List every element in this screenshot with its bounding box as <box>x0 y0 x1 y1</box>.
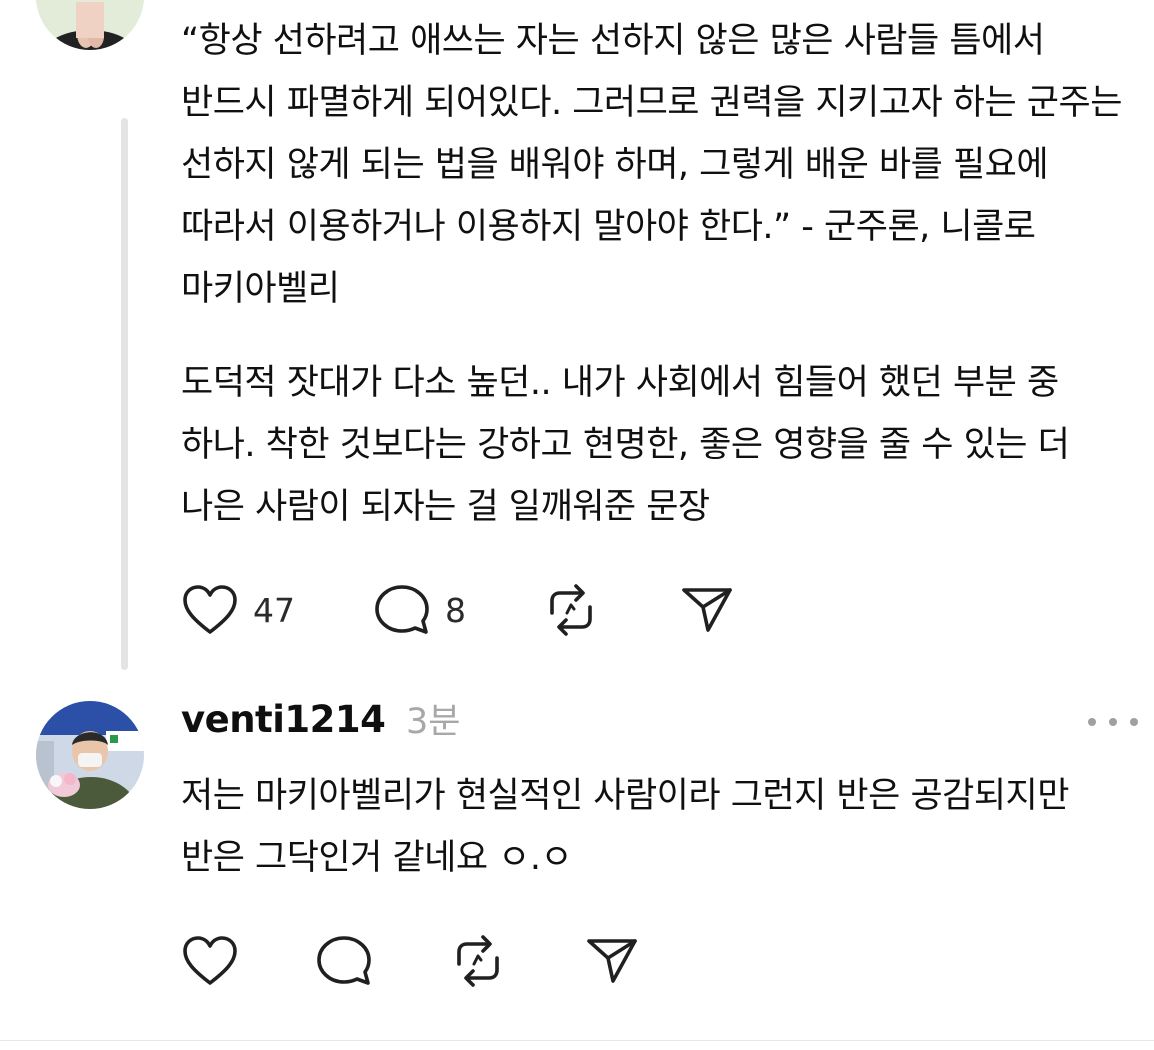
post-actions: 47 8 <box>181 580 736 640</box>
reply-text: 저는 마키아벨리가 현실적인 사람이라 그런지 반은 공감되지만 반은 그닥인거… <box>181 776 1069 878</box>
author-avatar-image <box>36 0 144 50</box>
heart-icon <box>183 585 237 634</box>
speech-bubble-icon <box>375 585 429 634</box>
reply-actions <box>181 931 641 991</box>
repost-icon <box>457 935 499 987</box>
like-count: 47 <box>253 590 295 630</box>
reply-repost-button[interactable] <box>449 934 507 988</box>
author-avatar[interactable] <box>36 0 144 50</box>
reply-timestamp: 3분 <box>406 702 461 742</box>
send-icon <box>587 939 637 983</box>
divider <box>0 1040 1154 1041</box>
reply-reply-button[interactable] <box>315 934 373 988</box>
heart-icon <box>183 936 237 985</box>
reply-username[interactable]: venti1214 <box>181 695 386 745</box>
repost-icon <box>550 584 592 636</box>
reply-like-button[interactable] <box>181 934 239 988</box>
share-button[interactable] <box>678 583 736 637</box>
thread-connector-line <box>121 118 128 670</box>
reply-button[interactable]: 8 <box>373 583 466 637</box>
reply-share-button[interactable] <box>583 934 641 988</box>
reply-count: 8 <box>445 590 466 630</box>
reply-avatar[interactable] <box>36 701 144 809</box>
more-dot <box>1109 718 1117 726</box>
more-dot <box>1088 718 1096 726</box>
speech-bubble-icon <box>317 936 371 985</box>
like-button[interactable]: 47 <box>181 583 295 637</box>
post-text: “항상 선하려고 애쓰는 자는 선하지 않은 많은 사람들 틈에서 반드시 파멸… <box>181 21 1122 309</box>
more-dot <box>1130 718 1138 726</box>
send-icon <box>682 588 732 632</box>
post-text-paragraph-2: 도덕적 잣대가 다소 높던.. 내가 사회에서 힘들어 했던 부분 중 하나. … <box>181 363 1070 527</box>
repost-button[interactable] <box>542 583 600 637</box>
reply-avatar-image <box>36 701 144 809</box>
more-dots-icon[interactable] <box>1088 708 1138 736</box>
